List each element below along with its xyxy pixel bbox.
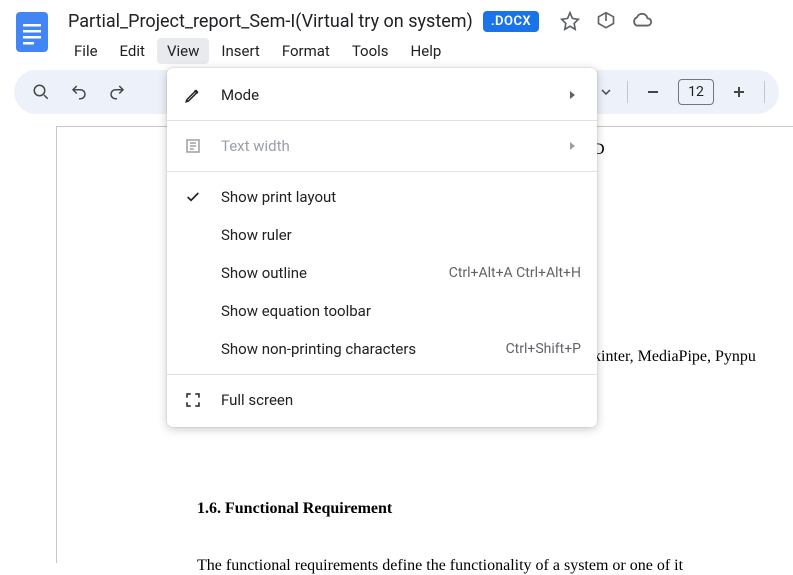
menu-item-label: Show print layout <box>221 188 581 206</box>
view-menu-dropdown: Mode Text width Show print layout Show r… <box>167 68 597 427</box>
menu-item-text-width: Text width <box>167 127 597 165</box>
menu-view[interactable]: View <box>157 38 209 64</box>
star-icon[interactable] <box>559 10 581 32</box>
check-icon <box>183 187 203 207</box>
submenu-arrow-icon <box>565 138 581 154</box>
menu-item-label: Mode <box>221 86 547 104</box>
menu-item-label: Show ruler <box>221 226 581 244</box>
redo-icon[interactable] <box>104 79 130 105</box>
menu-item-show-equation-toolbar[interactable]: Show equation toolbar <box>167 292 597 330</box>
menu-item-label: Text width <box>221 137 547 155</box>
menu-separator <box>167 374 597 375</box>
menu-insert[interactable]: Insert <box>211 38 269 64</box>
submenu-arrow-icon <box>565 87 581 103</box>
menu-help[interactable]: Help <box>401 38 452 64</box>
menu-item-label: Full screen <box>221 391 581 409</box>
menu-tools[interactable]: Tools <box>342 38 399 64</box>
search-icon[interactable] <box>28 79 54 105</box>
empty-icon <box>183 263 203 283</box>
page-text-fragment: kinter, MediaPipe, Pynpu <box>593 348 756 366</box>
menu-item-label: Show outline <box>221 264 431 282</box>
menu-separator <box>167 171 597 172</box>
divider <box>764 81 765 103</box>
menu-item-label: Show non-printing characters <box>221 340 488 358</box>
fullscreen-icon <box>183 390 203 410</box>
page-text-fragment: The functional requirements define the f… <box>197 557 683 575</box>
menu-item-show-outline[interactable]: Show outline Ctrl+Alt+A Ctrl+Alt+H <box>167 254 597 292</box>
docs-app-icon[interactable] <box>12 8 52 56</box>
menu-item-show-print-layout[interactable]: Show print layout <box>167 178 597 216</box>
menu-file[interactable]: File <box>64 38 108 64</box>
empty-icon <box>183 301 203 321</box>
menubar: File Edit View Insert Format Tools Help <box>64 34 781 70</box>
menu-item-show-ruler[interactable]: Show ruler <box>167 216 597 254</box>
section-heading: 1.6. Functional Requirement <box>197 500 392 518</box>
menu-separator <box>167 120 597 121</box>
docx-badge: .DOCX <box>483 11 539 32</box>
pencil-icon <box>183 85 203 105</box>
empty-icon <box>183 339 203 359</box>
empty-icon <box>183 225 203 245</box>
move-icon[interactable] <box>595 10 617 32</box>
menu-edit[interactable]: Edit <box>110 38 155 64</box>
keyboard-shortcut: Ctrl+Shift+P <box>506 341 581 357</box>
font-size-input[interactable]: 12 <box>678 79 714 105</box>
menu-item-full-screen[interactable]: Full screen <box>167 381 597 419</box>
menu-format[interactable]: Format <box>272 38 340 64</box>
increase-font-icon[interactable] <box>726 79 752 105</box>
cloud-icon[interactable] <box>631 10 653 32</box>
menu-item-label: Show equation toolbar <box>221 302 581 320</box>
divider <box>627 81 628 103</box>
document-title[interactable]: Partial_Project_report_Sem-I(Virtual try… <box>68 11 473 32</box>
menu-item-mode[interactable]: Mode <box>167 76 597 114</box>
undo-icon[interactable] <box>66 79 92 105</box>
text-width-icon <box>183 136 203 156</box>
decrease-font-icon[interactable] <box>640 79 666 105</box>
menu-item-show-nonprinting[interactable]: Show non-printing characters Ctrl+Shift+… <box>167 330 597 368</box>
keyboard-shortcut: Ctrl+Alt+A Ctrl+Alt+H <box>449 265 581 281</box>
font-dropdown-icon[interactable] <box>597 83 615 101</box>
